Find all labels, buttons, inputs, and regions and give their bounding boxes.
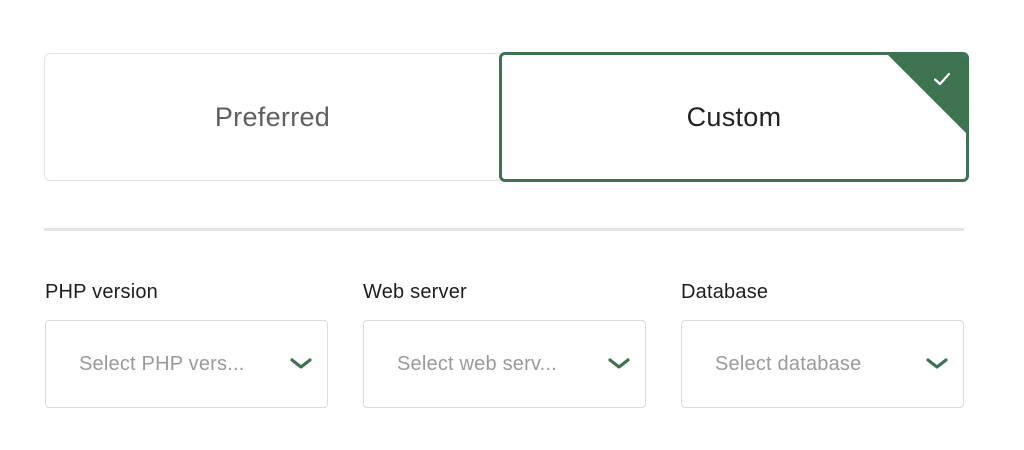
web-server-field: Web server Select web serv... <box>363 278 646 408</box>
check-icon <box>933 72 951 86</box>
database-label: Database <box>681 281 769 303</box>
web-server-label: Web server <box>363 281 467 303</box>
web-server-placeholder: Select web serv... <box>397 352 557 375</box>
chevron-down-icon <box>290 358 312 369</box>
php-version-label: PHP version <box>45 281 158 303</box>
database-placeholder: Select database <box>715 352 862 375</box>
database-field: Database Select database <box>681 278 964 408</box>
custom-option-card[interactable]: Custom <box>499 52 969 182</box>
stack-option-selector: Preferred Custom <box>44 52 969 182</box>
custom-option-label: Custom <box>686 101 782 132</box>
chevron-down-icon <box>608 358 630 369</box>
selected-corner-badge <box>887 55 966 134</box>
php-version-select[interactable]: Select PHP vers... <box>45 320 328 408</box>
php-version-field: PHP version Select PHP vers... <box>45 278 328 408</box>
chevron-down-icon <box>926 358 948 369</box>
preferred-option-card[interactable]: Preferred <box>44 53 500 181</box>
preferred-option-label: Preferred <box>214 101 331 132</box>
database-select[interactable]: Select database <box>681 320 964 408</box>
section-divider <box>44 228 964 231</box>
web-server-select[interactable]: Select web serv... <box>363 320 646 408</box>
php-version-placeholder: Select PHP vers... <box>79 352 245 375</box>
